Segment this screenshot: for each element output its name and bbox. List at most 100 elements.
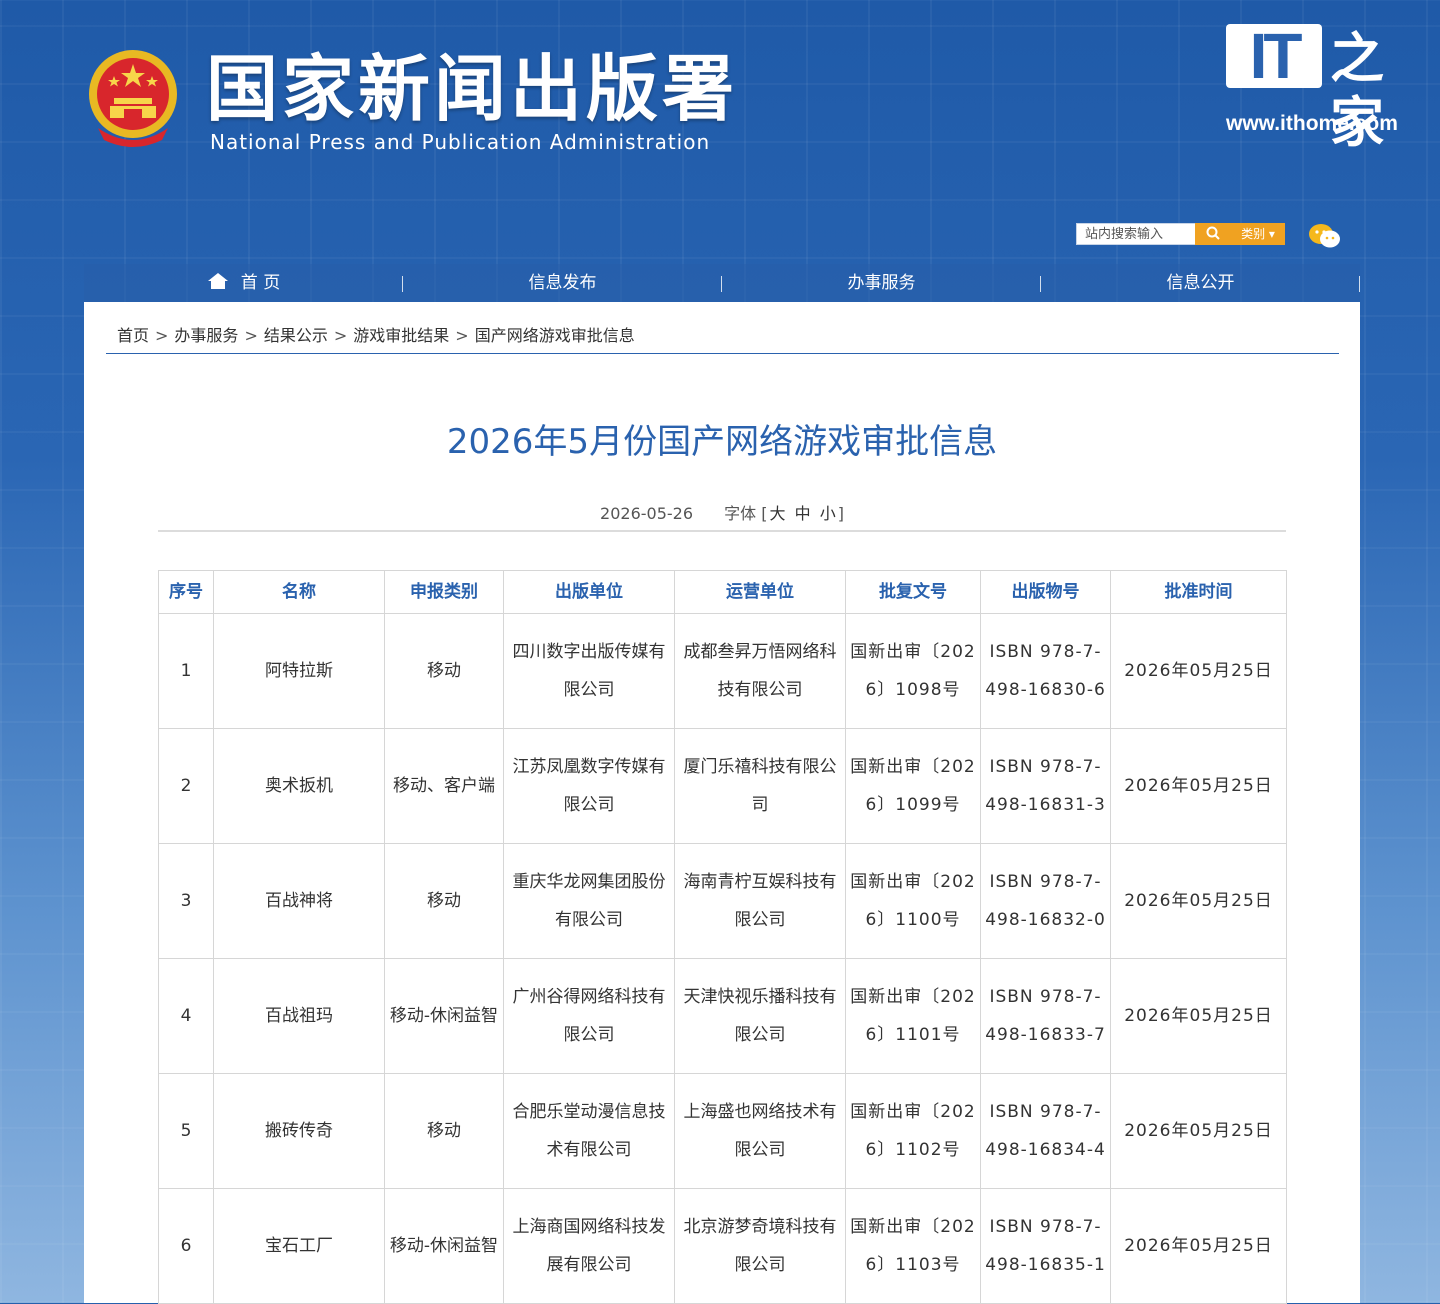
site-subtitle: National Press and Publication Administr…: [210, 130, 711, 154]
cell-operator: 上海盛也网络技术有限公司: [674, 1073, 846, 1189]
cell-isbn: ISBN 978-7-498-16834-4: [980, 1073, 1111, 1189]
table-row: 3 百战神将 移动 重庆华龙网集团股份有限公司 海南青柠互娱科技有限公司 国新出…: [158, 843, 1287, 959]
cell-approval-date: 2026年05月25日: [1110, 728, 1287, 844]
cell-approval-date: 2026年05月25日: [1110, 613, 1287, 729]
article-meta: 2026-05-26 字体 [大 中 小]: [84, 500, 1360, 524]
caret-down-icon: ▾: [1268, 227, 1275, 241]
cell-approval-number: 国新出审〔2026〕1099号: [845, 728, 981, 844]
table-row: 5 搬砖传奇 移动 合肥乐堂动漫信息技术有限公司 上海盛也网络技术有限公司 国新…: [158, 1073, 1287, 1189]
font-size-large-button[interactable]: 大: [769, 504, 785, 523]
cell-approval-number: 国新出审〔2026〕1100号: [845, 843, 981, 959]
table-row: 2 奥术扳机 移动、客户端 江苏凤凰数字传媒有限公司 厦门乐禧科技有限公司 国新…: [158, 728, 1287, 844]
cell-isbn: ISBN 978-7-498-16833-7: [980, 958, 1111, 1074]
cell-index: 4: [158, 958, 214, 1074]
cell-index: 5: [158, 1073, 214, 1189]
nav-item-services[interactable]: 办事服务: [722, 264, 1041, 302]
cell-game-name: 百战神将: [213, 843, 385, 959]
cell-publisher: 重庆华龙网集团股份有限公司: [503, 843, 675, 959]
font-size-medium-button[interactable]: 中: [795, 504, 811, 523]
ithome-watermark-url: www.ithome.com: [1226, 112, 1398, 135]
column-header: 运营单位: [674, 570, 846, 614]
cell-category: 移动-休闲益智: [384, 1188, 504, 1304]
search-button[interactable]: [1195, 223, 1231, 245]
table-row: 4 百战祖玛 移动-休闲益智 广州谷得网络科技有限公司 天津快视乐播科技有限公司…: [158, 958, 1287, 1074]
cell-game-name: 百战祖玛: [213, 958, 385, 1074]
cell-approval-date: 2026年05月25日: [1110, 1188, 1287, 1304]
table-row: 6 宝石工厂 移动-休闲益智 上海商国网络科技发展有限公司 北京游梦奇境科技有限…: [158, 1188, 1287, 1304]
nav-item-info-disclosure[interactable]: 信息公开: [1041, 264, 1360, 302]
breadcrumb-home[interactable]: 首页: [117, 326, 149, 345]
cell-isbn: ISBN 978-7-498-16831-3: [980, 728, 1111, 844]
column-header: 批准时间: [1110, 570, 1287, 614]
table-header-row: 序号 名称 申报类别 出版单位 运营单位 批复文号 出版物号 批准时间: [158, 570, 1287, 614]
national-emblem-icon: [89, 50, 177, 147]
cell-approval-number: 国新出审〔2026〕1098号: [845, 613, 981, 729]
approval-table: 序号 名称 申报类别 出版单位 运营单位 批复文号 出版物号 批准时间 1 阿特…: [158, 570, 1287, 1304]
cell-operator: 北京游梦奇境科技有限公司: [674, 1188, 846, 1304]
cell-approval-date: 2026年05月25日: [1110, 1073, 1287, 1189]
wechat-icon[interactable]: [1308, 222, 1342, 250]
cell-game-name: 搬砖传奇: [213, 1073, 385, 1189]
cell-isbn: ISBN 978-7-498-16830-6: [980, 613, 1111, 729]
column-header: 出版物号: [980, 570, 1111, 614]
nav-item-info-release[interactable]: 信息发布: [403, 264, 722, 302]
font-size-small-button[interactable]: 小: [820, 504, 836, 523]
ithome-watermark-logo: IT 之家: [1226, 24, 1416, 154]
column-header: 批复文号: [845, 570, 981, 614]
cell-category: 移动-休闲益智: [384, 958, 504, 1074]
publish-date: 2026-05-26: [600, 504, 694, 523]
cell-isbn: ISBN 978-7-498-16832-0: [980, 843, 1111, 959]
search-icon: [1206, 226, 1220, 240]
cell-index: 6: [158, 1188, 214, 1304]
cell-approval-date: 2026年05月25日: [1110, 843, 1287, 959]
breadcrumb: 首页 > 办事服务 > 结果公示 > 游戏审批结果 > 国产网络游戏审批信息: [117, 326, 635, 345]
breadcrumb-services[interactable]: 办事服务: [174, 326, 238, 345]
breadcrumb-divider: [106, 353, 1339, 354]
nav-item-home[interactable]: 首 页: [84, 264, 403, 302]
cell-category: 移动: [384, 613, 504, 729]
cell-index: 1: [158, 613, 214, 729]
column-header: 申报类别: [384, 570, 504, 614]
cell-publisher: 广州谷得网络科技有限公司: [503, 958, 675, 1074]
cell-operator: 天津快视乐播科技有限公司: [674, 958, 846, 1074]
nav-item-label: 首 页: [240, 273, 281, 293]
cell-approval-date: 2026年05月25日: [1110, 958, 1287, 1074]
table-row: 1 阿特拉斯 移动 四川数字出版传媒有限公司 成都叁昇万悟网络科技有限公司 国新…: [158, 613, 1287, 729]
cell-category: 移动: [384, 843, 504, 959]
cell-operator: 海南青柠互娱科技有限公司: [674, 843, 846, 959]
cell-category: 移动: [384, 1073, 504, 1189]
cell-category: 移动、客户端: [384, 728, 504, 844]
site-title: 国家新闻出版署: [206, 46, 739, 131]
cell-operator: 成都叁昇万悟网络科技有限公司: [674, 613, 846, 729]
cell-operator: 厦门乐禧科技有限公司: [674, 728, 846, 844]
cell-approval-number: 国新出审〔2026〕1102号: [845, 1073, 981, 1189]
meta-divider: [158, 530, 1286, 532]
cell-publisher: 合肥乐堂动漫信息技术有限公司: [503, 1073, 675, 1189]
cell-game-name: 阿特拉斯: [213, 613, 385, 729]
category-label: 类别: [1241, 227, 1266, 241]
cell-approval-number: 国新出审〔2026〕1103号: [845, 1188, 981, 1304]
cell-index: 3: [158, 843, 214, 959]
cell-index: 2: [158, 728, 214, 844]
home-icon: [207, 273, 228, 289]
nav-divider: [1359, 276, 1360, 292]
site-search: 类别 ▾: [1076, 223, 1285, 245]
breadcrumb-results[interactable]: 结果公示: [264, 326, 328, 345]
cell-game-name: 奥术扳机: [213, 728, 385, 844]
search-input[interactable]: [1077, 224, 1193, 244]
cell-publisher: 江苏凤凰数字传媒有限公司: [503, 728, 675, 844]
column-header: 名称: [213, 570, 385, 614]
column-header: 序号: [158, 570, 214, 614]
main-nav: 首 页 信息发布 办事服务 信息公开: [84, 264, 1360, 302]
cell-isbn: ISBN 978-7-498-16835-1: [980, 1188, 1111, 1304]
font-size-bracket-close: ]: [837, 504, 844, 523]
column-header: 出版单位: [503, 570, 675, 614]
category-dropdown[interactable]: 类别 ▾: [1231, 223, 1285, 245]
font-size-bracket-open: [: [761, 504, 768, 523]
article-title: 2026年5月份国产网络游戏审批信息: [446, 422, 998, 462]
cell-publisher: 四川数字出版传媒有限公司: [503, 613, 675, 729]
cell-game-name: 宝石工厂: [213, 1188, 385, 1304]
breadcrumb-domestic-game-approval[interactable]: 国产网络游戏审批信息: [475, 326, 635, 345]
main-content: 首页 > 办事服务 > 结果公示 > 游戏审批结果 > 国产网络游戏审批信息 2026年5月份国…: [84, 302, 1360, 1304]
breadcrumb-game-approval-results[interactable]: 游戏审批结果: [353, 326, 449, 345]
